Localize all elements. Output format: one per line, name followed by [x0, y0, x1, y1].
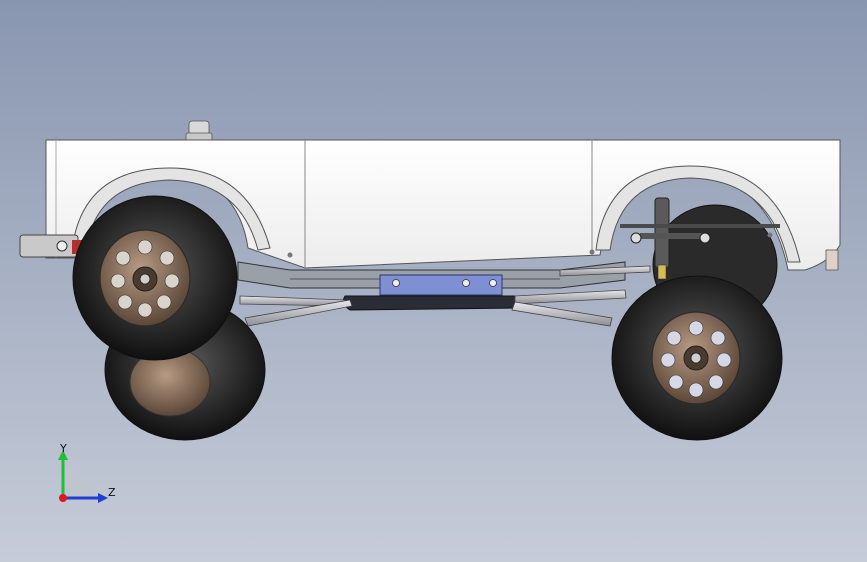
skid-plate: [342, 295, 518, 311]
filler-cap: [185, 120, 213, 142]
z-axis-label: Z: [108, 486, 116, 499]
coordinate-triad[interactable]: Y Z: [50, 440, 120, 515]
y-axis-label: Y: [59, 442, 67, 455]
x-axis-origin-icon: [59, 494, 67, 502]
vehicle-model[interactable]: [0, 0, 867, 562]
triad-plane-icon: [63, 468, 93, 498]
center-mount-plate: [379, 274, 503, 296]
front-wheel: [72, 195, 238, 361]
cad-viewport[interactable]: Y Z: [0, 0, 867, 562]
front-bumper-bracket: [19, 234, 82, 258]
rear-bumper-tail: [825, 249, 839, 271]
z-axis-arrowhead-icon: [98, 493, 108, 503]
rear-wheel: [611, 275, 783, 441]
